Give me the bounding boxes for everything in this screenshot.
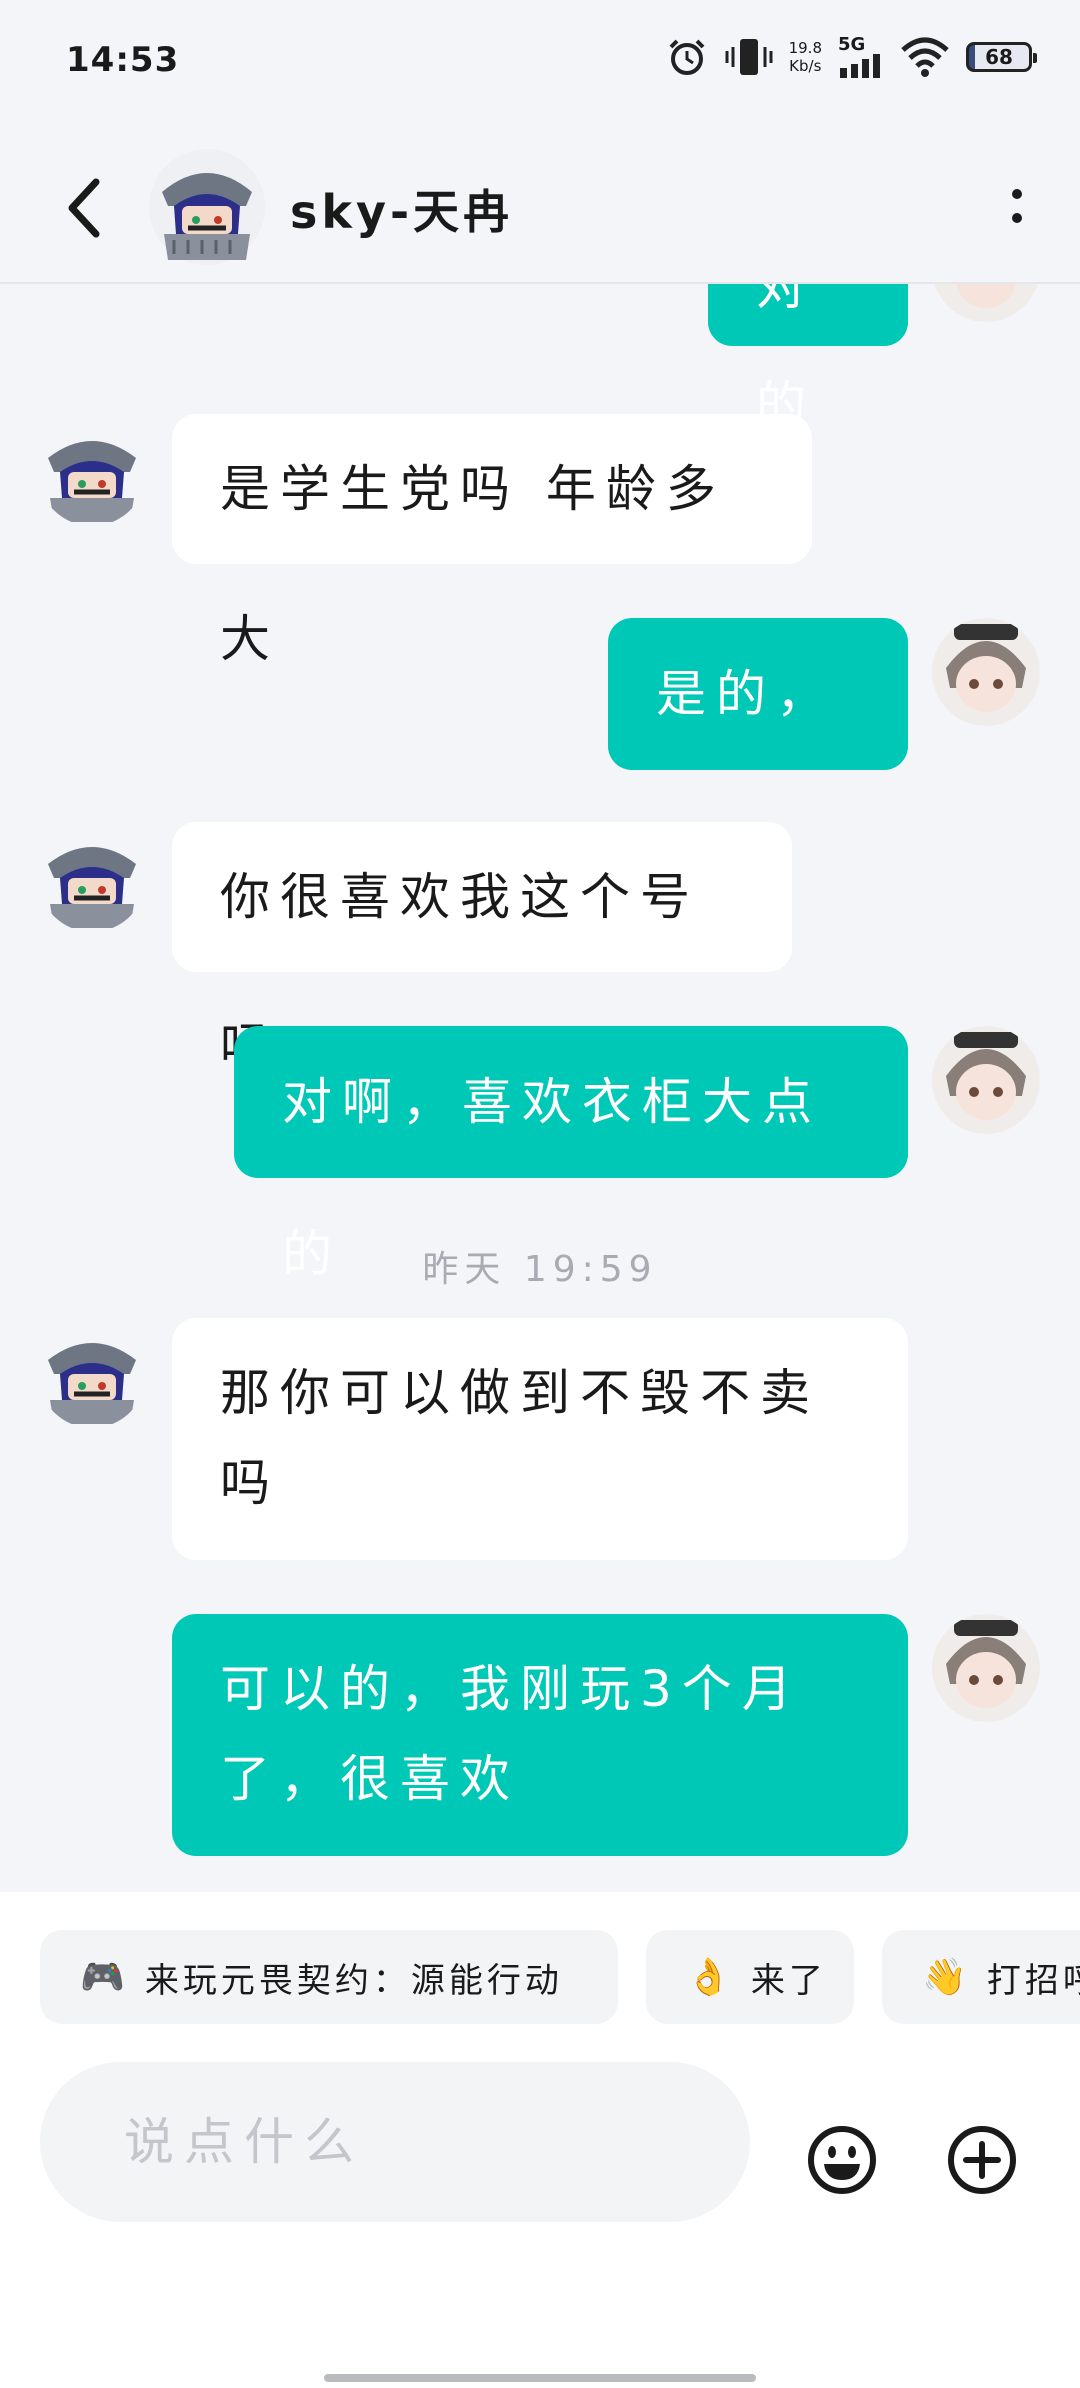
network-speed-unit: Kb/s — [789, 57, 822, 75]
contact-avatar[interactable] — [38, 1320, 146, 1428]
more-options-button[interactable] — [1002, 176, 1032, 236]
quick-reply-label: 来了 — [750, 1960, 827, 2001]
more-dot — [1012, 213, 1022, 223]
signal-icon — [840, 54, 880, 78]
vibrate-icon — [725, 39, 773, 75]
quick-reply-bar[interactable]: 🎮 来玩元畏契约：源能行动 👌 来了 👋 打招呼 — [0, 1892, 1080, 2054]
emoji-button[interactable] — [806, 2124, 878, 2196]
my-avatar[interactable] — [932, 618, 1040, 726]
message-bubble[interactable]: 是的，16 — [608, 618, 908, 875]
wifi-icon — [901, 37, 949, 77]
my-avatar[interactable] — [932, 1614, 1040, 1722]
status-bar: 14:53 19.8 Kb/s 5G 68 — [0, 0, 1080, 120]
my-avatar[interactable] — [932, 1026, 1040, 1134]
chevron-left-icon — [68, 178, 100, 238]
message-bubble[interactable]: 那你可以做到不毁不卖吗 — [172, 1318, 908, 1560]
contact-avatar[interactable] — [38, 418, 146, 526]
quick-reply-coming[interactable]: 👌 来了 — [646, 1930, 854, 2024]
quick-reply-label: 打招呼 — [986, 1960, 1080, 2001]
signal-indicator: 5G — [838, 36, 884, 78]
contact-avatar[interactable] — [148, 148, 266, 266]
back-button[interactable] — [54, 168, 114, 248]
status-icons: 19.8 Kb/s 5G 68 — [665, 32, 1037, 82]
message-bubble[interactable]: 对啊，喜欢衣柜大点的 — [234, 1026, 908, 1283]
message-input[interactable] — [40, 2062, 750, 2222]
quick-reply-label: 来玩元畏契约：源能行动 — [144, 1960, 563, 2001]
message-bubble[interactable]: 是学生党吗 年龄多大 — [172, 414, 812, 668]
quick-reply-game-invite[interactable]: 🎮 来玩元畏契约：源能行动 — [40, 1930, 618, 2024]
my-avatar[interactable] — [932, 284, 1040, 322]
contact-avatar[interactable] — [38, 824, 146, 932]
battery-level: 68 — [985, 45, 1013, 69]
composer — [0, 2054, 1080, 2388]
message-bubble[interactable]: 可以的，我刚玩3个月了，很喜欢 — [172, 1614, 908, 1856]
quick-reply-greet[interactable]: 👋 打招呼 — [882, 1930, 1080, 2024]
message-bubble[interactable]: 对的 — [708, 284, 908, 434]
home-indicator[interactable] — [324, 2374, 756, 2382]
ok-hand-icon: 👌 — [686, 1957, 735, 1998]
network-type: 5G — [838, 34, 866, 55]
more-dot — [1012, 189, 1022, 199]
waving-hand-icon: 👋 — [922, 1957, 971, 1998]
network-speed: 19.8 Kb/s — [789, 39, 822, 75]
add-attachment-button[interactable] — [946, 2124, 1018, 2196]
chat-header: sky-天冉 — [0, 140, 1080, 284]
battery-indicator: 68 — [966, 42, 1037, 72]
gamepad-icon: 🎮 — [80, 1957, 129, 1998]
message-timestamp: 昨天 19:59 — [422, 1249, 658, 1290]
network-speed-value: 19.8 — [788, 39, 822, 57]
alarm-icon — [669, 39, 705, 75]
status-time: 14:53 — [66, 40, 180, 80]
contact-name: sky-天冉 — [290, 185, 514, 239]
chat-message-list[interactable]: 对的 是学生党吗 年龄多大 是的，16 — [0, 284, 1080, 1892]
message-bubble[interactable]: 你很喜欢我这个号吗 — [172, 822, 792, 1076]
